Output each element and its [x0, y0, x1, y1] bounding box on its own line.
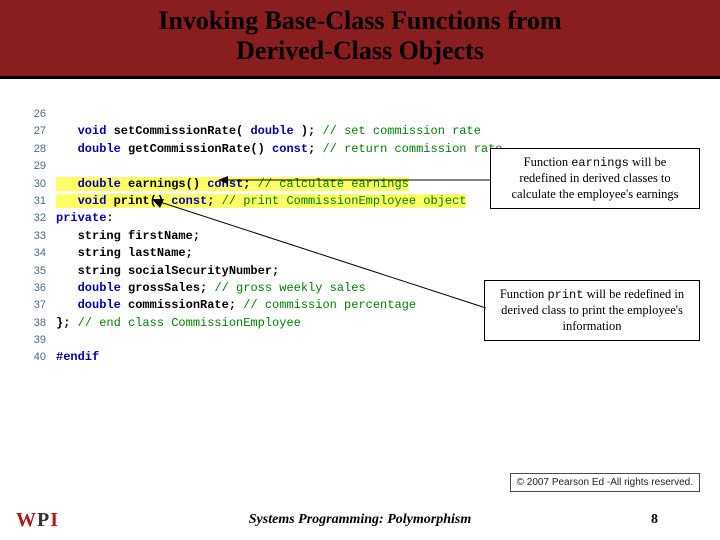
code-block: 26 27 void setCommissionRate( double ); …: [20, 106, 450, 367]
copyright: © 2007 Pearson Ed -All rights reserved.: [510, 473, 700, 492]
callout-print: Function print will be redefined in deri…: [484, 280, 700, 341]
title-bar: Invoking Base-Class Functions from Deriv…: [0, 0, 720, 79]
footer: WPI Systems Programming: Polymorphism 8: [0, 500, 720, 540]
title-line-1: Invoking Base-Class Functions from: [158, 6, 561, 35]
footer-title: Systems Programming: Polymorphism: [249, 512, 471, 528]
wpi-logo: WPI: [16, 509, 58, 532]
page-number: 8: [651, 512, 658, 528]
callout-earnings: Function earnings will be redefined in d…: [490, 148, 700, 209]
title-line-2: Derived-Class Objects: [236, 36, 484, 65]
slide-title: Invoking Base-Class Functions from Deriv…: [10, 6, 710, 66]
